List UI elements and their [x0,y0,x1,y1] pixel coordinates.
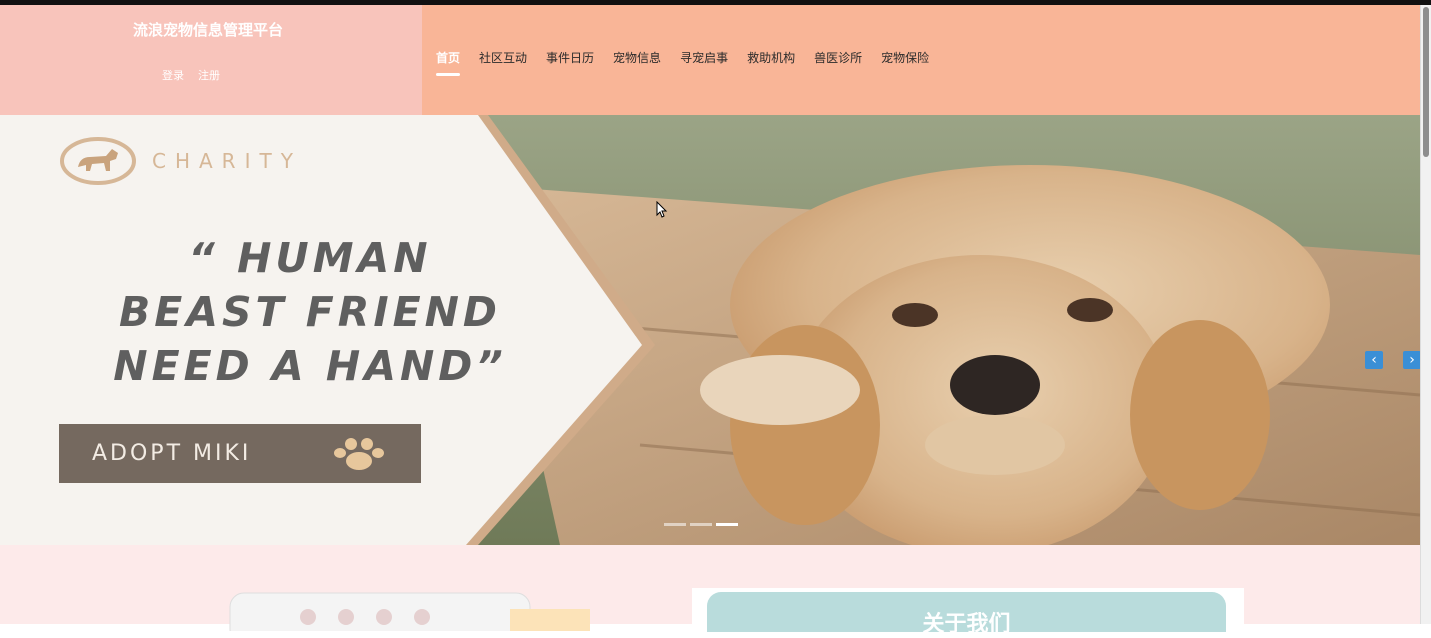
scrollbar-thumb[interactable] [1423,7,1429,157]
carousel-dot-1[interactable] [664,523,686,526]
header-nav-area: 首页 社区互动 事件日历 宠物信息 寻宠启事 救助机构 兽医诊所 宠物保险 [422,5,1420,115]
banner-quote: “ HUMAN BEAST FRIEND NEED A HAND” [40,231,580,393]
carousel-dot-2[interactable] [690,523,712,526]
site-title: 流浪宠物信息管理平台 [132,21,283,39]
carousel-next-button[interactable]: › [1403,351,1420,369]
charity-brand-text: CHARITY [152,149,302,173]
nav-item-event-calendar[interactable]: 事件日历 [546,49,594,66]
login-link[interactable]: 登录 [162,67,184,83]
nav-item-vet-clinic[interactable]: 兽医诊所 [814,49,862,66]
paw-icon [334,438,384,470]
nav-item-pet-insurance[interactable]: 宠物保险 [881,49,929,66]
quote-line-1: “ HUMAN [188,234,432,282]
charity-dog-logo [60,137,136,185]
nav-item-rescue-org[interactable]: 救助机构 [747,49,795,66]
carousel-indicators [664,523,738,526]
nav-item-lost-pet[interactable]: 寻宠启事 [680,49,728,66]
header-brand-area: 流浪宠物信息管理平台 登录 注册 [0,5,422,115]
carousel-prev-button[interactable]: ‹ [1365,351,1383,369]
about-title: 关于我们 [707,592,1226,637]
nav-item-pet-info[interactable]: 宠物信息 [613,49,661,66]
nav-item-community[interactable]: 社区互动 [479,49,527,66]
lower-section: 关于我们 [0,545,1420,637]
about-card: 关于我们 [692,588,1244,637]
quote-line-2: BEAST FRIEND [119,288,501,336]
vertical-scrollbar[interactable] [1420,5,1431,624]
register-link[interactable]: 注册 [198,67,220,83]
carousel-dot-3[interactable] [716,523,738,526]
pet-collar-image [229,592,590,631]
mouse-pointer-icon [656,201,668,218]
adopt-button-label: ADOPT MIKI [92,441,252,466]
main-nav: 首页 社区互动 事件日历 宠物信息 寻宠启事 救助机构 兽医诊所 宠物保险 [436,49,929,76]
nav-item-home[interactable]: 首页 [436,49,461,76]
adopt-button[interactable]: ADOPT MIKI [59,424,421,483]
quote-line-3: NEED A HAND” [113,342,507,390]
hero-carousel[interactable]: CHARITY “ HUMAN BEAST FRIEND NEED A HAND… [0,115,1420,545]
auth-links: 登录 注册 [162,67,220,83]
